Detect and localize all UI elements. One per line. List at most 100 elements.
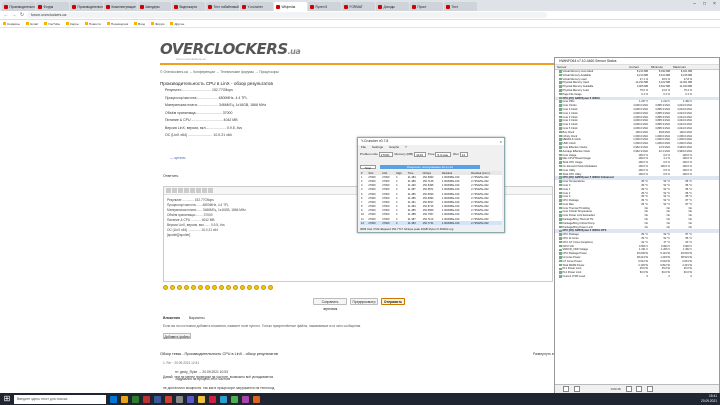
- browser-tab[interactable]: Производительность: [2, 2, 35, 11]
- back-icon[interactable]: ←: [3, 12, 9, 18]
- taskbar-app-icon[interactable]: [209, 395, 216, 403]
- browser-tab[interactable]: Форум: [36, 2, 69, 11]
- table-row[interactable]: 10 27000 27000 4 21.488 152.7057 1.003098e-010…: [360, 213, 502, 217]
- time-input[interactable]: 5.0 мин: [435, 152, 452, 157]
- stop-button[interactable]: Stop: [360, 164, 376, 169]
- sensor-row[interactable]: Current cTDP Level 0 0 0: [555, 275, 719, 279]
- underline-icon[interactable]: [178, 188, 183, 193]
- tab-attachments[interactable]: Вложения: [163, 316, 180, 320]
- table-row[interactable]: 7 27000 27000 4 21.491 152.6627 1.003098e-010 2…: [360, 200, 502, 204]
- reset-icon[interactable]: [636, 386, 643, 393]
- quote-icon[interactable]: [184, 188, 189, 193]
- system-clock[interactable]: 15:41 20.09.2021: [701, 394, 717, 404]
- maximize-button[interactable]: □: [700, 1, 709, 8]
- settings-icon[interactable]: [625, 386, 632, 393]
- close-icon[interactable]: [647, 386, 654, 393]
- col-minimum[interactable]: Minimum: [649, 65, 671, 69]
- browser-tab[interactable]: Тест побайтовый: [206, 2, 239, 11]
- taskbar-search[interactable]: Введите здесь текст для поиска: [14, 394, 106, 404]
- browser-tab[interactable]: Доходы: [376, 2, 409, 11]
- table-row[interactable]: 12 27000 27000 4 21.483 152.7741 1.003098e-010…: [360, 221, 502, 226]
- table-row[interactable]: 1 27000 27000 4 21.484 152.6993 1.003098e-010 2…: [360, 175, 502, 179]
- list-icon[interactable]: [196, 188, 201, 193]
- taskbar-app-icon[interactable]: [165, 395, 172, 403]
- smiley-icon[interactable]: [240, 285, 245, 290]
- smiley-icon[interactable]: [247, 285, 252, 290]
- browser-tab[interactable]: Тест: [444, 2, 477, 11]
- browser-tab[interactable]: Шиндеры: [138, 2, 171, 11]
- table-row[interactable]: 6 27000 27000 4 21.486 152.6994 1.003098e-010 2…: [360, 196, 502, 200]
- browser-tab[interactable]: Видеокарта: [172, 2, 205, 11]
- sensor-list[interactable]: Virtual Memory Committed 8,214 MB 8,032 MB…: [555, 70, 719, 279]
- taskbar-app-icon[interactable]: [154, 395, 161, 403]
- smiley-icon[interactable]: [261, 285, 266, 290]
- bookmark-item[interactable]: Новости: [84, 22, 101, 26]
- save-draft-button[interactable]: Сохранить черновик: [313, 298, 347, 311]
- browser-tab[interactable]: Прост: [410, 2, 443, 11]
- taskbar-app-icon[interactable]: [220, 395, 227, 403]
- problem-size-input[interactable]: 27000: [378, 152, 393, 157]
- col-sensor[interactable]: Sensor: [555, 65, 627, 69]
- bold-icon[interactable]: [166, 188, 171, 193]
- taskbar-app-icon[interactable]: [121, 395, 128, 403]
- taskbar-app-icon[interactable]: [198, 395, 205, 403]
- bookmark-item[interactable]: Другое: [170, 22, 184, 26]
- code-icon[interactable]: [190, 188, 195, 193]
- bookmark-item[interactable]: Переводчик: [106, 22, 128, 26]
- link-icon[interactable]: [208, 188, 213, 193]
- italic-icon[interactable]: [172, 188, 177, 193]
- smiley-icon[interactable]: [226, 285, 231, 290]
- minimize-button[interactable]: –: [690, 1, 699, 8]
- menu-graphs[interactable]: Graphs: [389, 145, 399, 149]
- col-maximum[interactable]: Maximum: [671, 65, 693, 69]
- smiley-icon[interactable]: [219, 285, 224, 290]
- bookmark-item[interactable]: Вход: [134, 22, 145, 26]
- browser-tab[interactable]: Комплектующие: [104, 2, 137, 11]
- add-files-button[interactable]: Добавить файлы: [163, 333, 191, 339]
- bookmark-item[interactable]: YouTube: [43, 22, 60, 26]
- smiley-icon[interactable]: [163, 285, 168, 290]
- smiley-icon[interactable]: [233, 285, 238, 290]
- table-row[interactable]: 11 27000 27000 4 21.487 152.7110 1.003098e-010…: [360, 217, 502, 221]
- forward-icon[interactable]: →: [11, 12, 17, 18]
- smiley-icon[interactable]: [170, 285, 175, 290]
- quote-link[interactable]: — цитаты: [170, 156, 185, 160]
- taskbar-app-icon[interactable]: [253, 395, 260, 403]
- windows-start-icon[interactable]: ⊞: [2, 394, 12, 404]
- browser-tab[interactable]: Y-cruncher: [240, 2, 273, 11]
- send-button[interactable]: Отправить: [381, 298, 405, 305]
- smiley-icon[interactable]: [177, 285, 182, 290]
- browser-tab[interactable]: Wikipedia: [274, 2, 307, 11]
- browser-tab[interactable]: FORMAT: [342, 2, 375, 11]
- menu-settings[interactable]: Settings: [372, 145, 383, 149]
- menu-file[interactable]: File: [361, 145, 366, 149]
- image-icon[interactable]: [202, 188, 207, 193]
- url-input[interactable]: forum.overclockers.ua: [27, 12, 547, 18]
- close-icon[interactable]: ×: [500, 138, 502, 145]
- breadcrumb[interactable]: © Overclockers.ua → Конференции → Технич…: [160, 70, 279, 74]
- taskbar-app-icon[interactable]: [132, 395, 139, 403]
- run-count-input[interactable]: 12: [459, 152, 468, 157]
- site-logo[interactable]: OVERCLOCKERS.ua: [160, 40, 301, 58]
- smiley-icon[interactable]: [184, 285, 189, 290]
- smiley-icon[interactable]: [268, 285, 273, 290]
- taskbar-app-icon[interactable]: [143, 395, 150, 403]
- smiley-icon[interactable]: [254, 285, 259, 290]
- taskbar-app-icon[interactable]: [176, 395, 183, 403]
- smiley-icon[interactable]: [198, 285, 203, 290]
- taskbar-app-icon[interactable]: [110, 395, 117, 403]
- bookmark-item[interactable]: Сервисы: [3, 22, 20, 26]
- taskbar-app-icon[interactable]: [242, 395, 249, 403]
- bookmark-item[interactable]: Gmail: [25, 22, 38, 26]
- smiley-icon[interactable]: [212, 285, 217, 290]
- table-row[interactable]: 5 27000 27000 4 21.486 152.6930 1.003098e-010 2…: [360, 192, 502, 196]
- taskbar-app-icon[interactable]: [187, 395, 194, 403]
- memory-input[interactable]: 4149: [414, 152, 427, 157]
- preview-button[interactable]: Предпросмотр: [350, 298, 378, 305]
- nav-right-icon[interactable]: [573, 386, 580, 393]
- browser-tab[interactable]: Ryzen 5: [308, 2, 341, 11]
- col-current[interactable]: Current: [627, 65, 649, 69]
- table-row[interactable]: 4 27000 27000 4 21.487 152.6871 1.003098e-010 2…: [360, 188, 502, 192]
- bookmark-item[interactable]: Карты: [66, 22, 79, 26]
- reload-icon[interactable]: ↻: [19, 12, 25, 18]
